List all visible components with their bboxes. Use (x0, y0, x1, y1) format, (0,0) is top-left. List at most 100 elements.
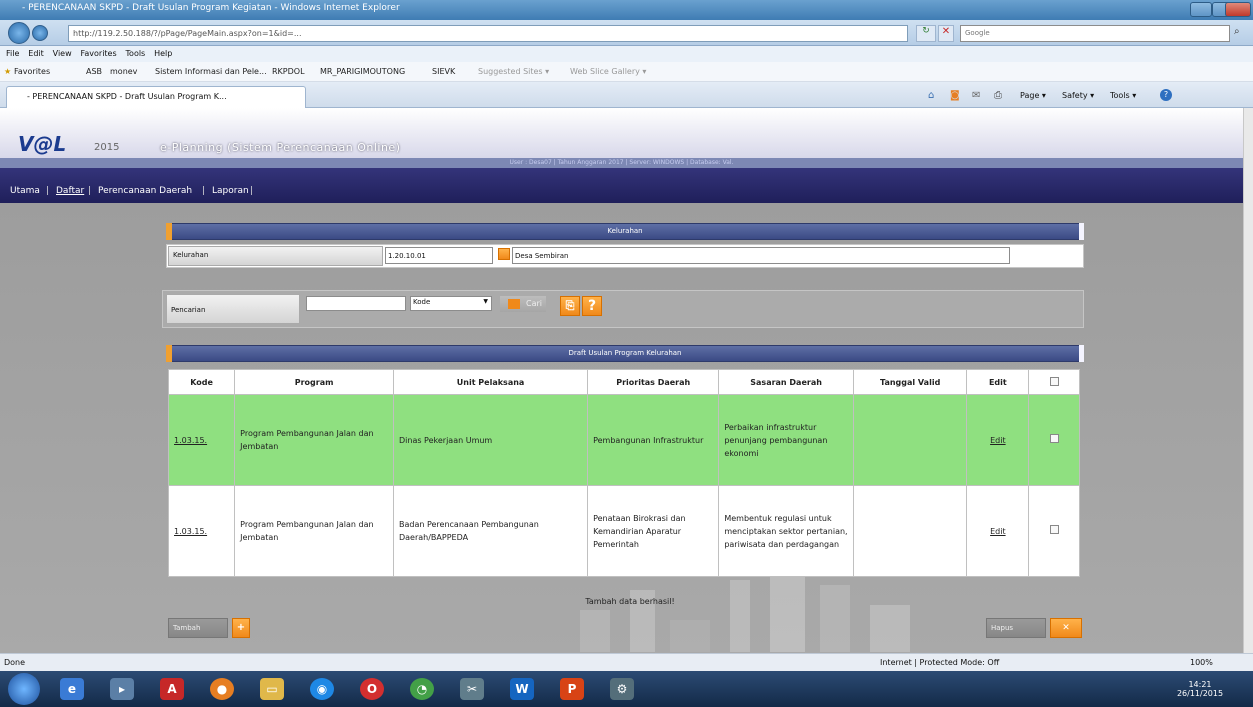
table-row[interactable]: 1.03.15. Program Pembangunan Jalan dan J… (167, 394, 1080, 486)
help-question-button[interactable]: ? (582, 296, 602, 316)
browser-taskbar-icon[interactable]: ◔ (410, 678, 434, 700)
row-edit-link[interactable]: Edit (990, 527, 1006, 536)
delete-icon[interactable]: ✕ (1050, 618, 1082, 638)
menu-view[interactable]: View (53, 49, 72, 58)
table-row[interactable]: 1.03.15. Program Pembangunan Jalan dan J… (167, 485, 1080, 577)
search-input[interactable]: Google (960, 25, 1230, 42)
hapus-button-label: Hapus (991, 624, 1014, 632)
word-taskbar-icon[interactable]: W (510, 678, 534, 700)
favorite-link-mr[interactable]: MR_PARIGIMOUTONG (320, 67, 405, 76)
refresh-icon[interactable]: ↻ (916, 25, 936, 42)
start-button[interactable] (8, 673, 40, 705)
search-keyword-input[interactable] (306, 296, 406, 311)
firefox-taskbar-icon[interactable]: ● (210, 678, 234, 700)
minimize-button[interactable] (1190, 2, 1212, 17)
favorite-link-sievk[interactable]: SIEVK (432, 67, 455, 76)
menu-file[interactable]: File (6, 49, 19, 58)
tool-taskbar-icon[interactable]: ✂ (460, 678, 484, 700)
session-info: User : Desa07 | Tahun Anggaran 2017 | Se… (0, 158, 1243, 168)
lookup-icon[interactable] (498, 248, 510, 260)
forward-icon[interactable] (32, 25, 48, 41)
close-window-button[interactable] (1225, 2, 1251, 17)
favorite-link-monev[interactable]: monev (110, 67, 137, 76)
menu-favorites[interactable]: Favorites (81, 49, 117, 58)
media-taskbar-icon[interactable]: ▸ (110, 678, 134, 700)
search-field-select[interactable]: Kode ▼ (410, 296, 492, 311)
menu-separator: | (88, 186, 92, 196)
favorite-link-sistem[interactable]: Sistem Informasi dan Pele... (155, 67, 267, 76)
print-icon[interactable]: ⎙ (994, 90, 1002, 101)
row-kode-link[interactable]: 1.03.15. (174, 436, 207, 445)
window-title: - PERENCANAAN SKPD - Draft Usulan Progra… (22, 3, 400, 13)
favorite-link-suggested[interactable]: Suggested Sites ▾ (478, 67, 549, 76)
tambah-button[interactable]: Tambah (168, 618, 228, 638)
export-icon[interactable]: ⎘ (560, 296, 580, 316)
menu-daftar[interactable]: Daftar (56, 186, 84, 196)
back-icon[interactable] (8, 22, 30, 44)
hapus-button[interactable]: Hapus (986, 618, 1046, 638)
favorite-link-asb[interactable]: ASB (86, 67, 102, 76)
favorites-button[interactable]: Favorites (14, 67, 50, 76)
app-taskbar-icon[interactable]: ⚙ (610, 678, 634, 700)
menu-perencanaan-daerah[interactable]: Perencanaan Daerah (98, 186, 192, 196)
search-icon[interactable]: ⌕ (1234, 26, 1240, 37)
menu-tools[interactable]: Tools (126, 49, 146, 58)
favorite-link-webslice[interactable]: Web Slice Gallery ▾ (570, 67, 646, 76)
cari-button[interactable]: Cari (500, 296, 546, 312)
menu-help[interactable]: Help (154, 49, 172, 58)
chrome-taskbar-icon[interactable]: ◉ (310, 678, 334, 700)
home-icon[interactable]: ⌂ (928, 90, 934, 101)
row-tanggal (852, 485, 968, 577)
col-header-unit[interactable]: Unit Pelaksana (392, 369, 589, 395)
security-zone: Internet | Protected Mode: Off (880, 658, 1000, 667)
clock[interactable]: 14:21 26/11/2015 (1170, 680, 1230, 698)
powerpoint-taskbar-icon[interactable]: P (560, 678, 584, 700)
opera-taskbar-icon[interactable]: O (360, 678, 384, 700)
draft-section-title: Draft Usulan Program Kelurahan (568, 349, 682, 357)
kelurahan-section-title: Kelurahan (607, 227, 643, 235)
mail-icon[interactable]: ✉ (972, 90, 980, 101)
acrobat-taskbar-icon[interactable]: A (160, 678, 184, 700)
rss-icon[interactable]: ◙ (950, 90, 960, 101)
app-title: e-Planning (Sistem Perencanaan Online) (160, 141, 401, 154)
search-panel (162, 290, 1084, 328)
menu-laporan[interactable]: Laporan (212, 186, 249, 196)
menu-edit[interactable]: Edit (28, 49, 44, 58)
tambah-button-label: Tambah (173, 624, 201, 632)
row-prioritas: Penataan Birokrasi dan Kemandirian Apara… (587, 485, 720, 577)
page-menu[interactable]: Page ▾ (1020, 91, 1046, 100)
row-unit: Badan Perencanaan Pembangunan Daerah/BAP… (392, 485, 589, 577)
tools-menu[interactable]: Tools ▾ (1110, 91, 1136, 100)
help-icon[interactable]: ? (1160, 89, 1172, 101)
explorer-taskbar-icon[interactable]: ▭ (260, 678, 284, 700)
menu-utama[interactable]: Utama (10, 186, 40, 196)
col-header-select-all[interactable] (1028, 369, 1080, 395)
row-edit-link[interactable]: Edit (990, 436, 1006, 445)
col-header-prioritas[interactable]: Prioritas Daerah (587, 369, 720, 395)
row-sasaran: Membentuk regulasi untuk menciptakan sek… (718, 485, 854, 577)
vertical-scrollbar[interactable] (1243, 108, 1253, 653)
col-header-program[interactable]: Program (234, 369, 394, 395)
row-checkbox[interactable] (1049, 524, 1059, 534)
col-header-sasaran[interactable]: Sasaran Daerah (718, 369, 854, 395)
app-logo-year: 2015 (94, 142, 120, 153)
col-header-kode[interactable]: Kode (167, 369, 236, 395)
favorite-link-rkpdol[interactable]: RKPDOL (272, 67, 305, 76)
select-all-checkbox[interactable] (1049, 376, 1059, 386)
row-checkbox[interactable] (1049, 433, 1059, 443)
address-bar[interactable]: http://119.2.50.188/?/pPage/PageMain.asp… (68, 25, 908, 42)
browser-tab[interactable]: - PERENCANAAN SKPD - Draft Usulan Progra… (6, 86, 306, 108)
stop-icon[interactable]: ✕ (938, 25, 954, 42)
status-text: Done (4, 658, 26, 667)
magnifier-icon (508, 299, 520, 309)
add-icon[interactable]: + (232, 618, 250, 638)
ie-taskbar-icon[interactable]: e (60, 678, 84, 700)
col-header-tanggal[interactable]: Tanggal Valid (852, 369, 968, 395)
kelurahan-code-field[interactable]: 1.20.10.01 (385, 247, 493, 264)
star-icon: ★ (4, 67, 12, 76)
kelurahan-name-field[interactable]: Desa Sembiran (512, 247, 1010, 264)
row-kode-link[interactable]: 1.03.15. (174, 527, 207, 536)
zoom-level[interactable]: 100% (1190, 658, 1213, 667)
safety-menu[interactable]: Safety ▾ (1062, 91, 1094, 100)
app-logo: V@L (18, 132, 67, 156)
